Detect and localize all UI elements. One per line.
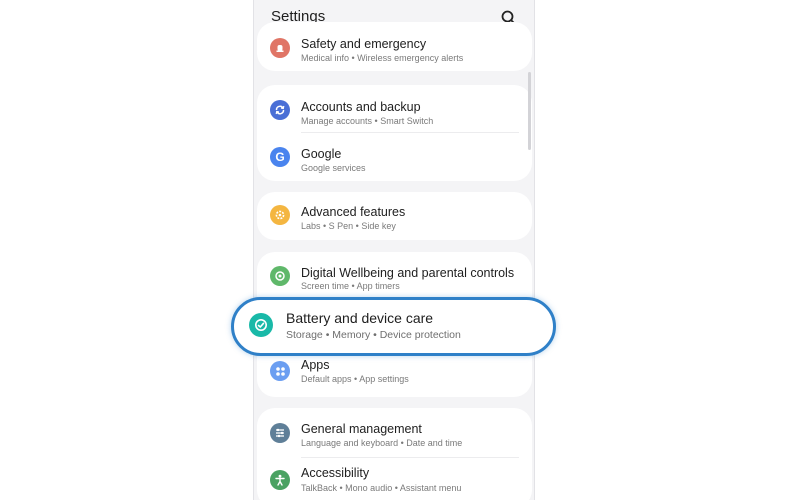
apps-grid-icon <box>270 361 290 381</box>
settings-card-safety: Safety and emergency Medical info • Wire… <box>257 22 532 71</box>
item-subtitle: Language and keyboard • Date and time <box>301 438 463 448</box>
scrollbar[interactable] <box>528 72 531 150</box>
sync-icon <box>270 100 290 120</box>
settings-card-accounts: Accounts and backup Manage accounts • Sm… <box>257 85 532 181</box>
gear-plus-icon <box>270 205 290 225</box>
settings-item-wellbeing[interactable]: Digital Wellbeing and parental controls … <box>257 254 532 300</box>
item-subtitle: Manage accounts • Smart Switch <box>301 116 434 126</box>
item-title: Accounts and backup <box>301 100 421 114</box>
item-title: Battery and device care <box>286 310 434 326</box>
settings-item-battery[interactable]: Battery and device care Storage • Memory… <box>231 297 556 356</box>
settings-item-accessibility[interactable]: Accessibility TalkBack • Mono audio • As… <box>257 458 532 500</box>
item-title: Advanced features <box>301 205 406 219</box>
sliders-icon <box>270 423 290 443</box>
item-title: Digital Wellbeing and parental controls <box>301 266 515 280</box>
settings-item-general[interactable]: General management Language and keyboard… <box>257 411 532 457</box>
settings-card-general: General management Language and keyboard… <box>257 408 532 500</box>
google-icon: G <box>270 147 290 167</box>
siren-icon <box>270 38 290 58</box>
item-subtitle: Storage • Memory • Device protection <box>286 329 461 341</box>
item-title: Apps <box>301 358 330 372</box>
item-subtitle: Default apps • App settings <box>301 374 409 384</box>
item-title: Google <box>301 147 342 161</box>
item-subtitle: TalkBack • Mono audio • Assistant menu <box>301 483 462 493</box>
item-subtitle: Screen time • App timers <box>301 281 400 291</box>
device-care-icon <box>249 313 273 337</box>
settings-item-accounts[interactable]: Accounts and backup Manage accounts • Sm… <box>257 88 532 134</box>
item-subtitle: Medical info • Wireless emergency alerts <box>301 53 464 63</box>
item-title: Safety and emergency <box>301 37 427 51</box>
item-title: Accessibility <box>301 466 370 480</box>
divider <box>301 132 519 133</box>
settings-item-safety[interactable]: Safety and emergency Medical info • Wire… <box>257 25 532 71</box>
settings-item-google[interactable]: G Google Google services <box>257 135 532 181</box>
settings-screen: Settings Safety and emergency Medical in… <box>253 0 535 500</box>
accessibility-icon <box>270 470 290 490</box>
settings-item-advanced[interactable]: Advanced features Labs • S Pen • Side ke… <box>257 193 532 239</box>
wellbeing-icon <box>270 266 290 286</box>
settings-card-advanced: Advanced features Labs • S Pen • Side ke… <box>257 192 532 240</box>
item-title: General management <box>301 422 422 436</box>
item-subtitle: Google services <box>301 163 366 173</box>
item-subtitle: Labs • S Pen • Side key <box>301 221 396 231</box>
